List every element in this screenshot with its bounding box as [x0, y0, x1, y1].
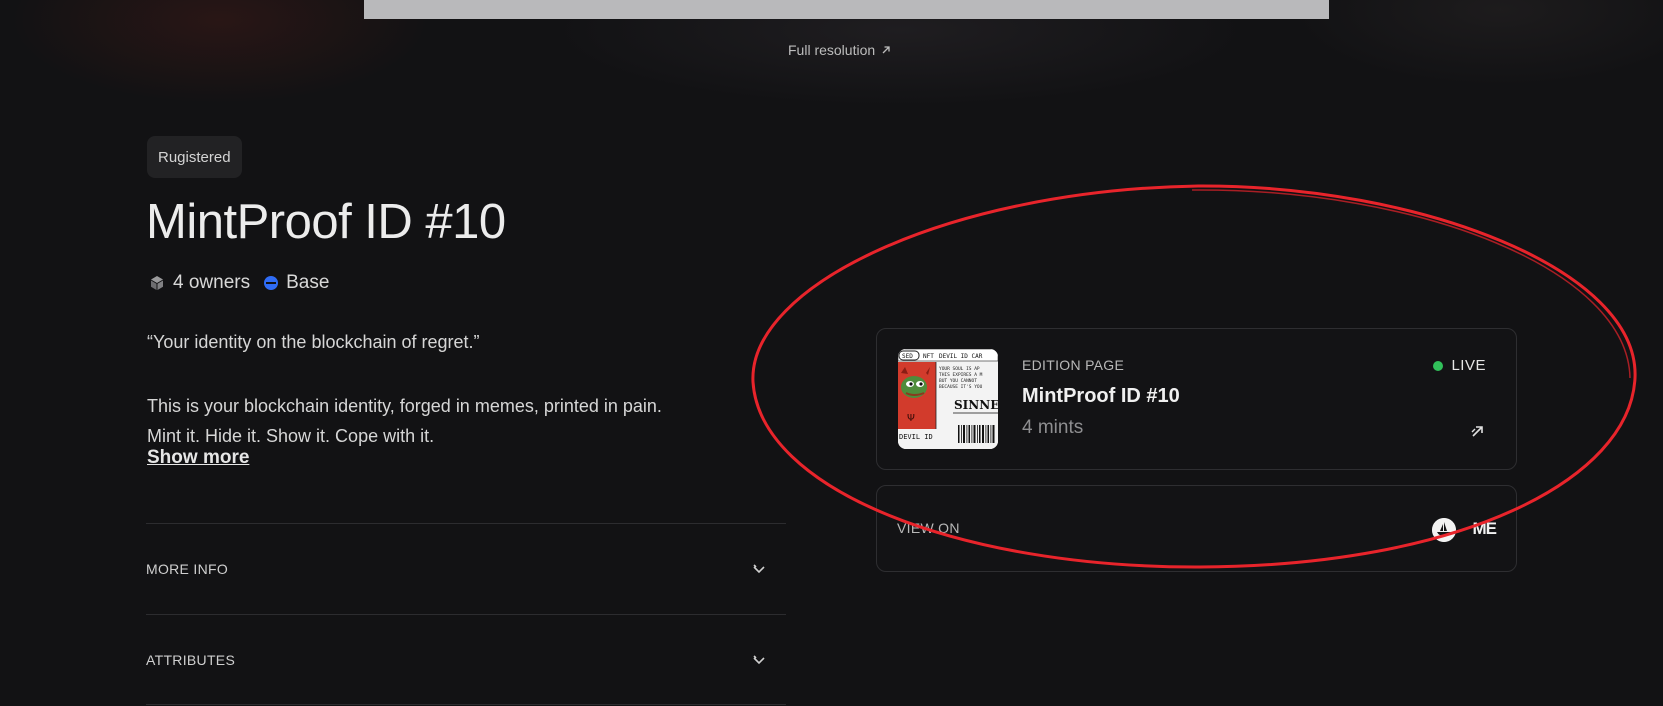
external-link-icon[interactable] [1470, 423, 1486, 439]
description-quote: “Your identity on the blockchain of regr… [147, 332, 480, 352]
edition-page-label: EDITION PAGE [1022, 357, 1125, 373]
meta-row: 4 owners Base [149, 272, 329, 294]
accordion-label: MORE INFO [146, 561, 229, 577]
edition-page-card[interactable]: SED NFT DEVIL ID CAR Ψ YOUR SOUL IS AP T… [876, 328, 1517, 470]
devil-id-card-image: SED NFT DEVIL ID CAR Ψ YOUR SOUL IS AP T… [898, 349, 998, 449]
thumb-badge: SED [902, 353, 913, 360]
divider [146, 704, 786, 705]
chain-link[interactable]: Base [264, 272, 329, 294]
full-resolution-link[interactable]: Full resolution [788, 42, 891, 58]
show-more-link[interactable]: Show more [147, 447, 249, 469]
thumb-line: YOUR SOUL IS AP [939, 366, 980, 372]
divider [146, 523, 786, 524]
view-on-card: VIEW ON ME [876, 485, 1517, 572]
live-status-badge: LIVE [1433, 357, 1486, 374]
divider [146, 614, 786, 615]
owners-count: 4 owners [173, 272, 251, 293]
description-line: This is your blockchain identity, forged… [147, 396, 662, 416]
thumb-stamp: SINNE [954, 398, 998, 412]
chain-name: Base [286, 272, 330, 293]
thumb-line: BUT YOU CANNOT [939, 378, 977, 384]
live-dot-icon [1433, 360, 1444, 371]
thumb-line: BECAUSE IT'S YOU [939, 384, 983, 390]
live-status-label: LIVE [1451, 357, 1486, 374]
edition-thumbnail: SED NFT DEVIL ID CAR Ψ YOUR SOUL IS AP T… [898, 349, 998, 449]
view-on-label: VIEW ON [897, 520, 960, 536]
chevron-down-icon [753, 564, 765, 574]
chevron-down-icon [753, 655, 765, 665]
accordion-label: ATTRIBUTES [146, 652, 236, 668]
collection-tag[interactable]: Rugistered [147, 136, 242, 178]
mint-count: 4 mints [1022, 417, 1084, 438]
magic-eden-icon[interactable]: ME [1473, 519, 1497, 539]
thumb-header-right: DEVIL ID CAR [939, 353, 983, 360]
arrow-up-right-icon [882, 46, 890, 54]
ambient-glow [0, 0, 1663, 140]
base-chain-icon [264, 276, 279, 290]
attributes-accordion[interactable]: ATTRIBUTES [146, 636, 786, 684]
thumb-line: THIS EXPIRES A M [939, 372, 983, 378]
page-title: MintProof ID #10 [146, 195, 506, 249]
thumb-header-left: NFT [923, 353, 934, 360]
edition-title: MintProof ID #10 [1022, 385, 1180, 407]
cube-icon [151, 276, 163, 290]
thumb-footer: DEVIL ID [899, 433, 933, 441]
full-resolution-label: Full resolution [788, 42, 876, 58]
description-body: This is your blockchain identity, forged… [147, 391, 662, 451]
svg-text:Ψ: Ψ [907, 413, 915, 424]
more-info-accordion[interactable]: MORE INFO [146, 545, 786, 593]
owners-link[interactable]: 4 owners [149, 272, 250, 294]
media-preview-strip [364, 0, 1329, 19]
opensea-icon[interactable] [1432, 518, 1456, 542]
